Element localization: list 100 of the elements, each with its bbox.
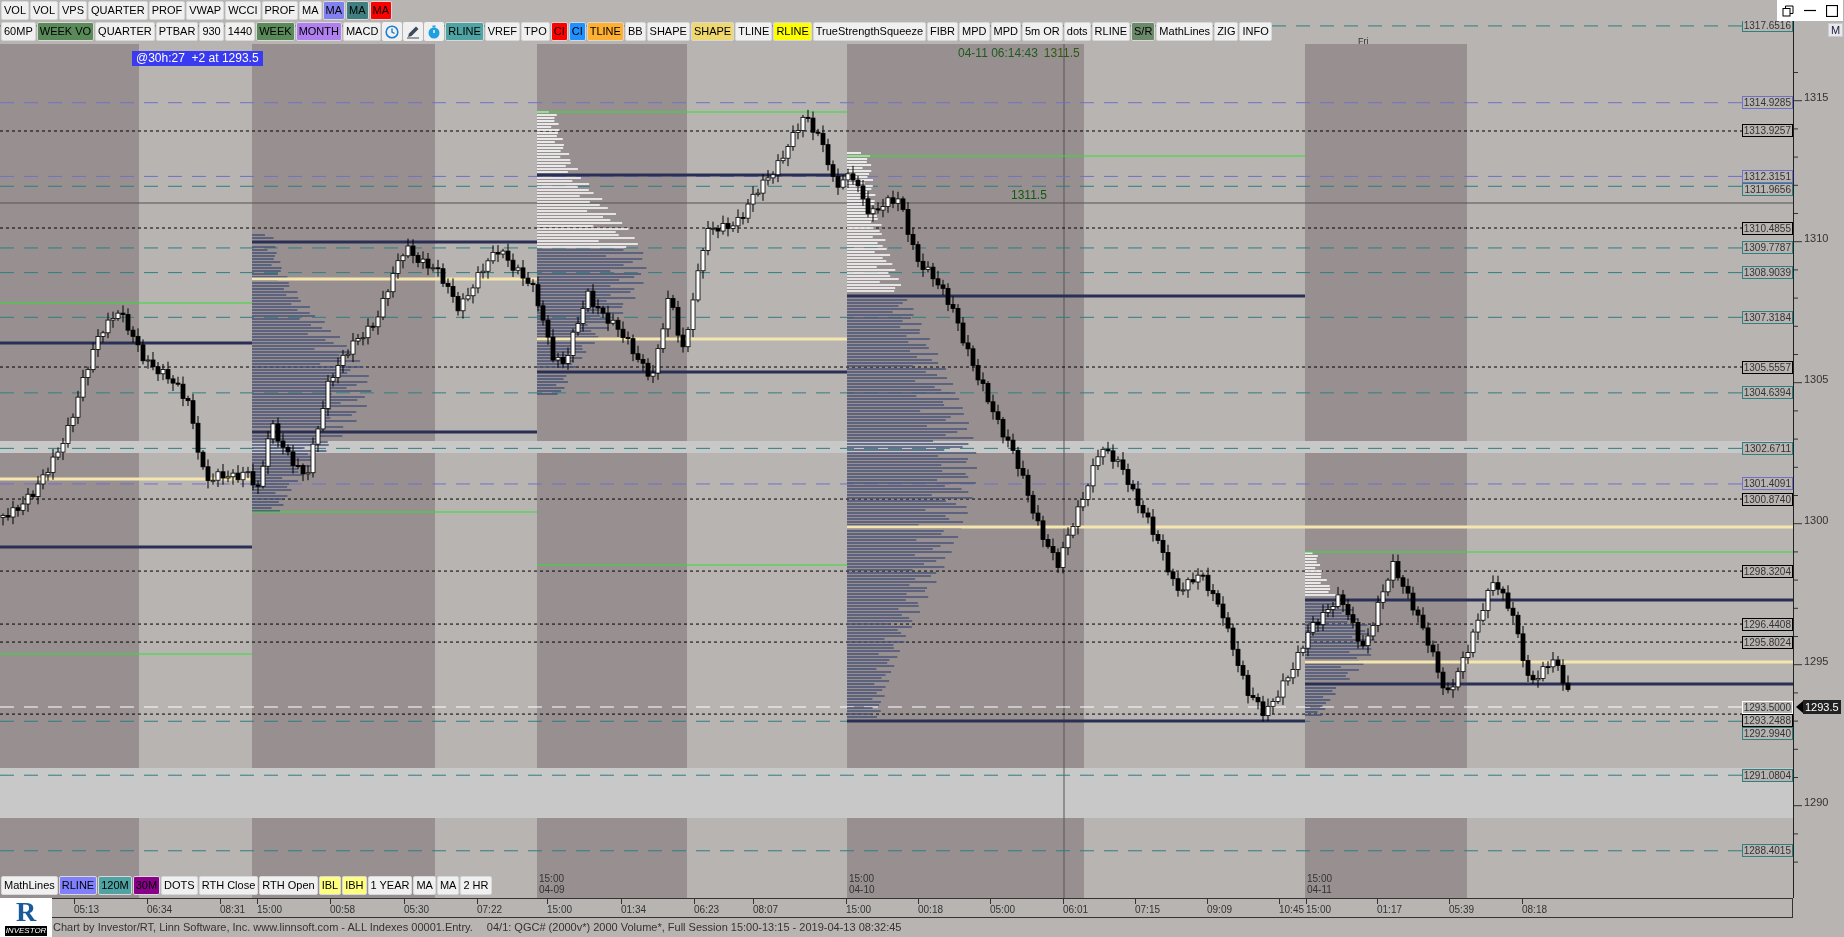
toolbar-button[interactable]: CI	[550, 22, 568, 41]
corner-box[interactable]: M	[1828, 23, 1843, 37]
toolbar-button[interactable]: 1440	[224, 22, 256, 41]
crosshair-price-label: 1311.5	[1011, 188, 1047, 202]
toolbar-button[interactable]: SHAPE	[646, 22, 690, 41]
last-price-marker: 1293.5	[1803, 700, 1841, 714]
logo-letter: R	[15, 898, 37, 926]
toolbar-button[interactable]: RLINE	[58, 876, 98, 895]
toolbar-button[interactable]: VPS	[59, 1, 88, 20]
toolbar-button[interactable]: MathLines	[1, 876, 58, 895]
toolbar-button[interactable]: TLINE	[735, 22, 773, 41]
cursor-price-readout: 1311.5	[1043, 46, 1080, 60]
toolbar-button[interactable]: MA	[413, 876, 436, 895]
toolbar-button[interactable]: MathLines	[1156, 22, 1214, 41]
cursor-time-readout: 04-11 06:14:43	[958, 46, 1038, 60]
toolbar-button[interactable]: SHAPE	[690, 22, 735, 41]
toolbar-button[interactable]: 5m OR	[1021, 22, 1063, 41]
time-axis-label: 00:58	[330, 904, 356, 916]
toolbar-button[interactable]: CI	[568, 22, 586, 41]
price-level-label: 1308.9039	[1741, 266, 1793, 280]
price-level-label: 1288.4015	[1741, 844, 1793, 858]
toolbar-button[interactable]: RTH Open	[259, 876, 318, 895]
toolbar-button[interactable]: 930	[199, 22, 224, 41]
price-axis-label: 1305	[1804, 372, 1829, 385]
day-label: Fri	[1358, 35, 1369, 48]
toolbar-button[interactable]: RTH Close	[198, 876, 259, 895]
toolbar-button[interactable]: MA	[346, 1, 369, 20]
price-level-label: 1301.4091	[1741, 477, 1793, 491]
toolbar-button[interactable]: VREF	[484, 22, 521, 41]
toolbar-button[interactable]: TLINE	[586, 22, 624, 41]
price-axis-label: 1300	[1804, 513, 1829, 526]
time-axis-label: 08:18	[1522, 904, 1548, 916]
toolbar-button[interactable]: MA	[436, 876, 460, 895]
toolbar-button[interactable]: INFO	[1239, 22, 1272, 41]
toolbar-button[interactable]: MPD	[959, 22, 990, 41]
toolbar-button[interactable]: PROF	[261, 1, 299, 20]
toolbar-button[interactable]: DOTS	[161, 876, 198, 895]
toolbar-button[interactable]: 1 YEAR	[367, 876, 413, 895]
toolbar-button[interactable]: BB	[624, 22, 646, 41]
time-axis-label: 08:07	[753, 904, 779, 916]
toolbar-button[interactable]: RLINE	[445, 22, 484, 41]
price-level-label: 1309.7787	[1741, 241, 1793, 255]
time-axis-label: 05:00	[990, 904, 1016, 916]
time-axis-label: 07:15	[1135, 904, 1161, 916]
price-level-label: 1313.9257	[1741, 124, 1793, 138]
toolbar-button[interactable]: MACD	[342, 22, 382, 41]
toolbar-button[interactable]: PROF	[148, 1, 186, 20]
toolbar-button[interactable]: dots	[1063, 22, 1091, 41]
toolbar-button[interactable]: S/R	[1131, 22, 1156, 41]
toolbar-button[interactable]: VWAP	[186, 1, 225, 20]
price-axis-label: 1315	[1804, 90, 1829, 103]
toolbar-button[interactable]: VOL	[30, 1, 59, 20]
time-axis-label: 05:39	[1449, 904, 1475, 916]
toolbar-button[interactable]: 120M	[98, 876, 132, 895]
price-axis-label: 1310	[1804, 231, 1829, 244]
session-date-label: 04-10	[849, 884, 875, 895]
toolbar-button[interactable]: WEEK VO	[36, 22, 95, 41]
time-axis-label: 07:22	[477, 904, 503, 916]
session-time-label: 15:00	[539, 873, 565, 884]
price-level-label: 1314.9285	[1741, 96, 1793, 110]
toolbar-button[interactable]: IBH	[342, 876, 367, 895]
toolbar-button[interactable]: MPD	[990, 22, 1021, 41]
session-time-label: 15:00	[849, 873, 875, 884]
toolbar-button[interactable]: TPO	[521, 22, 550, 41]
time-axis-label: 01:34	[621, 904, 647, 916]
time-axis-label: 10:45	[1279, 904, 1305, 916]
toolbar-button[interactable]: MA	[369, 1, 393, 20]
toolbar-button[interactable]: MA	[299, 1, 322, 20]
session-time-label: 15:00	[1307, 873, 1333, 884]
price-level-label: 1304.6394	[1741, 386, 1793, 400]
toolbar-button[interactable]: QUARTER	[95, 22, 155, 41]
toolbar-button[interactable]: FIBR	[927, 22, 959, 41]
toolbar-button[interactable]: VOL	[1, 1, 29, 20]
toolbar-button[interactable]: PTBAR	[155, 22, 199, 41]
time-axis-label: 15:00	[846, 904, 872, 916]
toolbar-button[interactable]: ZIG	[1214, 22, 1239, 41]
toolbar-button[interactable]: MONTH	[295, 22, 342, 41]
toolbar-button[interactable]: TrueStrengthSqueeze	[812, 22, 926, 41]
time-axis-label: 15:00	[257, 904, 283, 916]
price-level-label: 1317.6516	[1741, 21, 1793, 33]
toolbar-button[interactable]: MA	[322, 1, 346, 20]
time-axis-label: 01:17	[1377, 904, 1403, 916]
toolbar-button[interactable]: IBL	[318, 876, 342, 895]
status-text: 04/1: QGC# (2000v*) 2000 Volume*, Full Session 15:00-13:15 - 2019-04-13 08:32:45	[486, 920, 902, 936]
status-text: Chart by Investor/RT, Linn Software, Inc. www.linnsoft.com - ALL Indexes 00001.Entry.	[53, 920, 473, 936]
toolbar-button[interactable]: 2 HR	[460, 876, 492, 895]
time-axis-label: 09:09	[1207, 904, 1233, 916]
toolbar-button[interactable]: QUARTER	[88, 1, 148, 20]
toolbar-button[interactable]: RLINE	[1091, 22, 1130, 41]
toolbar-button[interactable]: WEEK	[256, 22, 295, 41]
alert-label: @30h:27 +2 at 1293.5	[132, 51, 263, 66]
session-date-label: 04-09	[539, 884, 565, 895]
toolbar-button[interactable]: RLINE	[773, 22, 812, 41]
price-axis-label: 1295	[1804, 654, 1829, 667]
session-date-label: 04-11	[1307, 884, 1333, 895]
toolbar-button[interactable]: 60MP	[1, 22, 36, 41]
toolbar-button[interactable]: WCCI	[225, 1, 261, 20]
time-axis-label: 15:00	[1306, 904, 1332, 916]
time-axis-label: 05:30	[404, 904, 430, 916]
time-axis-label: 06:01	[1063, 904, 1089, 916]
